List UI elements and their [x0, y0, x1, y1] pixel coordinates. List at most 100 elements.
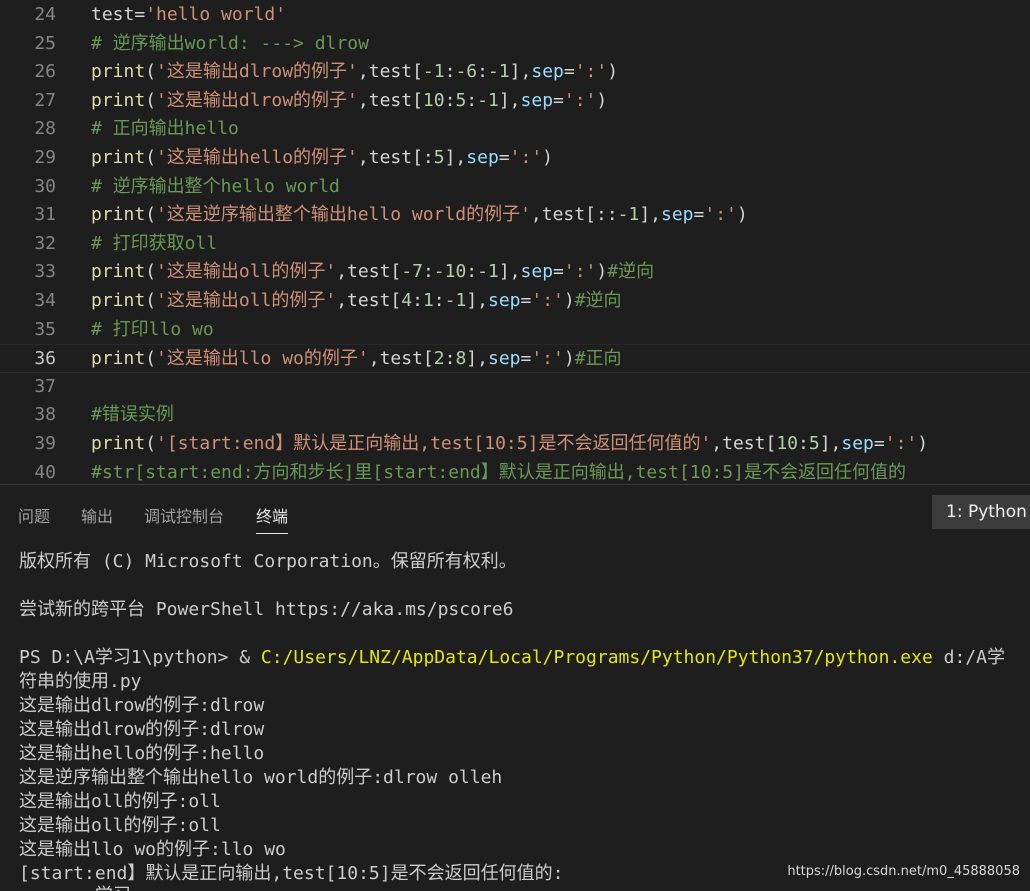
code-line[interactable]: 39 print('[start:end】默认是正向输出,test[10:5]是不…: [0, 430, 1030, 459]
code-line[interactable]: 29 print('这是输出hello的例子',test[:5],sep=':'): [0, 144, 1030, 173]
code-line[interactable]: 38 #错误实例: [0, 401, 1030, 430]
code-token: ,test[: [711, 433, 777, 454]
code-token: # 逆序输出整个hello world: [91, 175, 340, 197]
code-token: test=: [91, 4, 146, 25]
code-token: ':': [531, 290, 564, 311]
code-token: (: [145, 147, 157, 168]
code-token: ':': [531, 348, 564, 370]
code-token: sep: [520, 261, 554, 283]
code-token: -1: [422, 61, 445, 83]
terminal-output-line: 这是输出oll的例子:oll: [19, 791, 221, 812]
code-token: ],: [444, 147, 467, 168]
code-token: print: [91, 147, 146, 168]
tab-output[interactable]: 输出: [81, 503, 113, 533]
code-token: ],: [466, 348, 488, 370]
code-line[interactable]: 25 # 逆序输出world: ---> dlrow: [0, 30, 1030, 59]
code-line[interactable]: 32 # 打印获取oll: [0, 230, 1030, 259]
line-number: 33: [34, 261, 56, 283]
tab-problems[interactable]: 问题: [18, 503, 50, 533]
code-token: =: [520, 290, 532, 311]
line-code: print('这是输出hello的例子',test[:5],sep=':'): [91, 144, 553, 173]
code-token: ): [736, 204, 748, 226]
line-code: print('这是输出oll的例子',test[-7:-10:-1],sep='…: [91, 258, 654, 287]
code-token: (: [145, 204, 157, 226]
terminal-pwsh-hint-line: 尝试新的跨平台 PowerShell https://aka.ms/pscore…: [19, 599, 514, 620]
line-number: 27: [34, 89, 56, 111]
code-token: 1: [422, 290, 434, 311]
code-token: #逆向: [574, 290, 622, 311]
line-number: 38: [34, 404, 56, 426]
terminal-selector[interactable]: 1: Python: [932, 495, 1030, 529]
code-line[interactable]: 27 print('这是输出dlrow的例子',test[10:5:-1],sep…: [0, 87, 1030, 116]
code-line[interactable]: 31 print('这是逆序输出整个输出hello world的例子',test[…: [0, 201, 1030, 230]
code-token: print: [91, 433, 146, 454]
code-token: '这是输出hello的例子': [156, 147, 358, 168]
terminal-output-line: 这是输出dlrow的例子:dlrow: [19, 695, 265, 716]
line-number: 29: [34, 147, 56, 168]
code-line[interactable]: 24 test='hello world': [0, 1, 1030, 30]
code-token: -7: [401, 261, 423, 283]
code-token: ':': [704, 204, 737, 226]
code-token: (: [145, 89, 157, 111]
code-token: -1: [477, 89, 499, 111]
code-token: ): [607, 61, 619, 83]
terminal-output-line: 这是逆序输出整个输出hello world的例子:dlrow olleh: [19, 767, 503, 788]
code-token: =: [873, 433, 885, 454]
code-token: # 打印llo wo: [91, 318, 214, 340]
line-code: # 打印获取oll: [91, 230, 217, 259]
code-token: #str[start:end:方向和步长]里[start:end】默认是正向输出…: [91, 461, 906, 483]
code-token: sep: [841, 433, 874, 454]
terminal-output-line: 这是输出oll的例子:oll: [19, 815, 221, 836]
line-number: 39: [34, 433, 56, 454]
code-line[interactable]: 36 print('这是输出llo wo的例子',test[2:8],sep=':…: [0, 344, 1030, 373]
code-token: :: [477, 61, 488, 83]
line-code: #str[start:end:方向和步长]里[start:end】默认是正向输出…: [91, 459, 906, 484]
code-token: 2: [433, 348, 445, 370]
terminal-script-arg: d:/A学: [932, 647, 1005, 668]
code-token: ],: [498, 261, 521, 283]
code-line[interactable]: 40 #str[start:end:方向和步长]里[start:end】默认是正向…: [0, 459, 1030, 484]
code-token: :: [798, 433, 809, 454]
code-token: 8: [455, 348, 467, 370]
line-number: 31: [34, 204, 56, 226]
code-token: sep: [661, 204, 694, 226]
tab-terminal[interactable]: 终端: [256, 503, 289, 534]
code-line[interactable]: 34 print('这是输出oll的例子',test[4:1:-1],sep=':…: [0, 287, 1030, 316]
code-line[interactable]: 28 # 正向输出hello: [0, 115, 1030, 144]
line-number: 37: [34, 375, 56, 397]
code-token: -1: [617, 204, 640, 226]
code-token: ':': [563, 89, 597, 111]
code-token: -1: [444, 290, 467, 311]
code-token: sep: [487, 348, 521, 370]
code-token: '这是输出oll的例子': [156, 290, 337, 311]
line-code: print('这是输出oll的例子',test[4:1:-1],sep=':')…: [91, 287, 622, 316]
code-token: 'hello world': [145, 4, 287, 25]
code-line[interactable]: 30 # 逆序输出整个hello world: [0, 173, 1030, 202]
line-code: print('这是输出dlrow的例子',test[10:5:-1],sep='…: [91, 87, 607, 116]
code-token: :: [412, 290, 423, 311]
code-editor[interactable]: 24 test='hello world' 25 # 逆序输出world: ---> …: [0, 0, 1030, 484]
code-token: sep: [520, 89, 554, 111]
terminal-command-line-wrap: 符串的使用.py: [19, 671, 142, 692]
line-code: # 逆序输出整个hello world: [91, 173, 340, 202]
code-token: # 打印获取oll: [91, 232, 218, 254]
code-token: ,test[:: [357, 147, 434, 168]
code-token: print: [91, 290, 146, 311]
line-code: print('这是逆序输出整个输出hello world的例子',test[::…: [91, 201, 748, 230]
line-number: 25: [34, 32, 56, 54]
terminal-prompt: PS D:\A学习1\python> &: [19, 647, 261, 668]
code-line[interactable]: 37: [0, 373, 1030, 402]
code-token: '这是输出dlrow的例子': [156, 89, 358, 111]
code-token: 4: [401, 290, 413, 311]
code-line[interactable]: 26 print('这是输出dlrow的例子',test[-1:-6:-1],se…: [0, 58, 1030, 87]
code-token: 5: [455, 89, 467, 111]
code-token: ':': [563, 261, 597, 283]
terminal-command-line: PS D:\A学习1\python> & C:/Users/LNZ/AppDat…: [19, 646, 1030, 670]
bottom-panel: 问题 输出 调试控制台 终端 1: Python 版权所有 (C) Micros…: [0, 484, 1030, 891]
code-line[interactable]: 35 # 打印llo wo: [0, 316, 1030, 345]
code-token: -10: [433, 261, 467, 283]
terminal-output-line: 这是输出hello的例子:hello: [19, 743, 265, 764]
tab-debug-console[interactable]: 调试控制台: [144, 503, 224, 533]
code-line[interactable]: 33 print('这是输出oll的例子',test[-7:-10:-1],sep…: [0, 258, 1030, 287]
terminal-output-line: 这是输出dlrow的例子:dlrow: [19, 719, 265, 740]
